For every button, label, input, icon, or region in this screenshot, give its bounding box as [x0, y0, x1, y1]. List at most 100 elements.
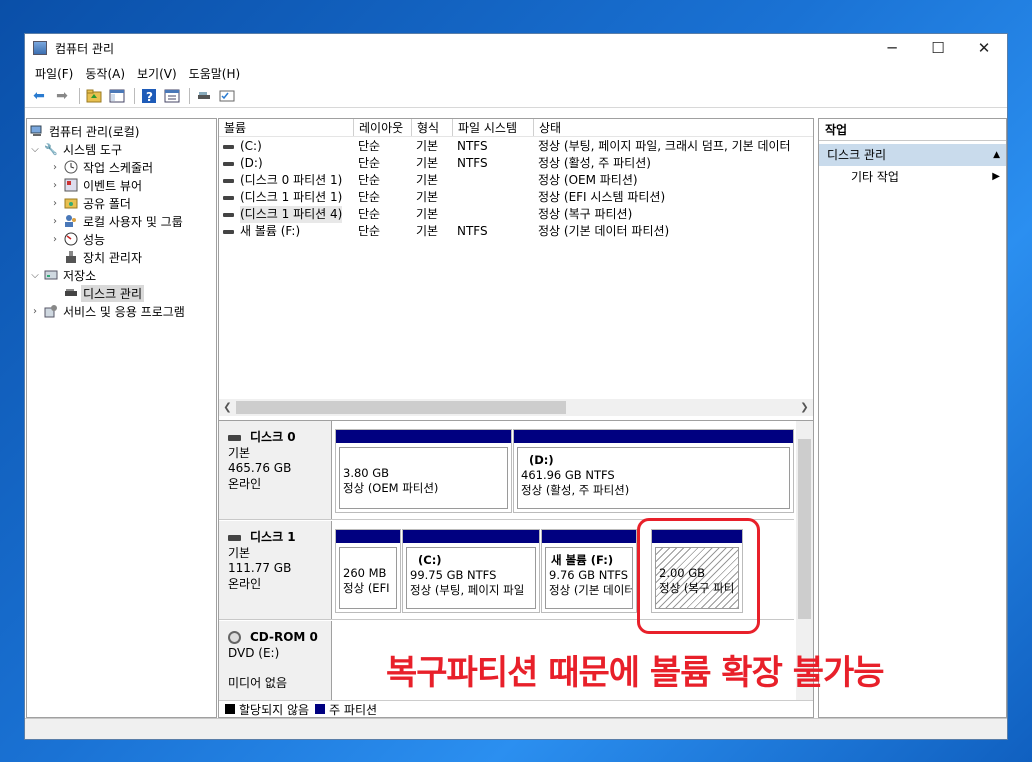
scroll-right-icon[interactable]: ❯ — [796, 399, 813, 416]
disk-name: 디스크 1 — [250, 530, 296, 544]
table-row[interactable]: (디스크 1 파티션 4) 단순 기본 정상 (복구 파티션) — [219, 206, 813, 223]
disk-0-label[interactable]: 디스크 0 기본 465.76 GB 온라인 — [219, 421, 332, 519]
volume-icon — [223, 229, 234, 234]
tree-label-root: 컴퓨터 관리(로컬) — [49, 124, 140, 139]
tree-item-event-viewer[interactable]: › 이벤트 뷰어 — [27, 176, 216, 194]
annotation-text: 복구파티션 때문에 볼륨 확장 불가능 — [386, 653, 885, 693]
partition-size: 99.75 GB NTFS — [410, 568, 497, 582]
table-row[interactable]: (D:) 단순 기본 NTFS 정상 (활성, 주 파티션) — [219, 155, 813, 172]
tree-item-storage[interactable]: ⌵ 저장소 — [27, 266, 216, 284]
storage-icon — [44, 268, 58, 282]
chevron-right-icon[interactable]: › — [49, 216, 61, 227]
chevron-down-icon[interactable]: ⌵ — [29, 144, 41, 155]
menu-file[interactable]: 파일(F) — [29, 65, 79, 82]
scroll-left-icon[interactable]: ❮ — [219, 399, 236, 416]
partition-c[interactable]: (C:) 99.75 GB NTFS 정상 (부팅, 페이지 파일 — [402, 529, 540, 613]
computer-management-window: 컴퓨터 관리 ─ ☐ ✕ 파일(F) 동작(A) 보기(V) 도움말(H) ⬅ … — [24, 33, 1008, 740]
table-row[interactable]: (디스크 1 파티션 1) 단순 기본 정상 (EFI 시스템 파티션) — [219, 189, 813, 206]
volume-layout: 단순 — [358, 207, 381, 221]
chevron-right-icon[interactable]: › — [49, 162, 61, 173]
column-header-layout[interactable]: 레이아웃 — [354, 119, 412, 136]
scrollbar-thumb[interactable] — [236, 401, 566, 414]
cdrom-label[interactable]: CD-ROM 0 DVD (E:) 미디어 없음 — [219, 621, 332, 700]
close-button[interactable]: ✕ — [961, 34, 1007, 62]
partition-oem[interactable]: 3.80 GB 정상 (OEM 파티션) — [335, 429, 512, 513]
volume-name: (디스크 1 파티션 4) — [240, 206, 343, 223]
help-icon[interactable]: ? — [139, 86, 159, 106]
minimize-button[interactable]: ─ — [869, 34, 915, 62]
toolbar: ⬅ ➡ ? — [25, 84, 1007, 108]
scrollbar-thumb[interactable] — [798, 439, 811, 619]
tree-item-disk-management[interactable]: 디스크 관리 — [27, 284, 216, 302]
up-folder-icon[interactable] — [84, 86, 104, 106]
volume-name: 새 볼륨 (F:) — [240, 224, 301, 238]
properties-icon[interactable] — [162, 86, 182, 106]
tree-item-device-manager[interactable]: 장치 관리자 — [27, 248, 216, 266]
volume-list-horizontal-scrollbar[interactable]: ❮ ❯ — [219, 399, 813, 416]
partition-d[interactable]: (D:) 461.96 GB NTFS 정상 (활성, 주 파티션) — [513, 429, 794, 513]
tree-item-local-users[interactable]: › 로컬 사용자 및 그룹 — [27, 212, 216, 230]
volume-type: 기본 — [416, 207, 439, 221]
actions-group-disk-management[interactable]: 디스크 관리 ▲ — [819, 144, 1006, 166]
device-manager-icon — [64, 250, 78, 264]
chevron-right-icon[interactable]: › — [29, 306, 41, 317]
table-row[interactable]: 새 볼륨 (F:) 단순 기본 NTFS 정상 (기본 데이터 파티션) — [219, 223, 813, 240]
volume-name: (디스크 1 파티션 1) — [240, 190, 343, 204]
disk-size: 465.76 GB — [228, 461, 292, 475]
tree-label-system-tools: 시스템 도구 — [63, 142, 123, 157]
actions-title: 작업 — [819, 119, 1006, 141]
column-header-type[interactable]: 형식 — [412, 119, 453, 136]
volume-list: (C:) 단순 기본 NTFS 정상 (부팅, 페이지 파일, 크래시 덤프, … — [219, 137, 813, 240]
disk-name: CD-ROM 0 — [250, 630, 318, 644]
more-actions-item[interactable]: 기타 작업 ▶ — [819, 166, 1006, 188]
volume-status: 정상 (부팅, 페이지 파일, 크래시 덤프, 기본 데이터 — [538, 139, 791, 153]
users-icon — [64, 214, 78, 228]
volume-type: 기본 — [416, 224, 439, 238]
legend-unallocated: 할당되지 않음 — [239, 702, 310, 717]
legend: 할당되지 않음 주 파티션 — [219, 700, 813, 717]
volume-status: 정상 (기본 데이터 파티션) — [538, 224, 670, 238]
maximize-button[interactable]: ☐ — [915, 34, 961, 62]
partition-status: 정상 (EFI — [343, 581, 390, 595]
partition-size: 461.96 GB NTFS — [521, 468, 615, 482]
chevron-right-icon[interactable]: › — [49, 234, 61, 245]
connect-disk-icon[interactable] — [194, 86, 214, 106]
partition-efi[interactable]: 260 MB 정상 (EFI — [335, 529, 401, 613]
volume-layout: 단순 — [358, 190, 381, 204]
show-hide-tree-icon[interactable] — [107, 86, 127, 106]
partition-status: 정상 (기본 데이터 — [549, 583, 633, 597]
actions-pane: 작업 디스크 관리 ▲ 기타 작업 ▶ — [818, 118, 1007, 718]
chevron-right-icon[interactable]: › — [49, 180, 61, 191]
chevron-right-icon[interactable]: › — [49, 198, 61, 209]
partition-status: 정상 (부팅, 페이지 파일 — [410, 583, 525, 597]
column-header-status[interactable]: 상태 — [534, 119, 813, 136]
tree-item-root[interactable]: 컴퓨터 관리(로컬) — [27, 122, 216, 140]
checklist-icon[interactable] — [217, 86, 237, 106]
recovery-partition-highlight — [637, 518, 760, 634]
tree-item-services-apps[interactable]: › 서비스 및 응용 프로그램 — [27, 302, 216, 320]
column-header-volume[interactable]: 볼륨 — [219, 119, 354, 136]
chevron-down-icon[interactable]: ⌵ — [29, 270, 41, 281]
svg-text:?: ? — [146, 90, 153, 104]
menu-help[interactable]: 도움말(H) — [183, 65, 247, 82]
disk-1-label[interactable]: 디스크 1 기본 111.77 GB 온라인 — [219, 521, 332, 619]
menu-view[interactable]: 보기(V) — [131, 65, 183, 82]
tree-label-event-viewer: 이벤트 뷰어 — [83, 178, 143, 193]
tree-item-task-scheduler[interactable]: › 작업 스케줄러 — [27, 158, 216, 176]
column-header-filesystem[interactable]: 파일 시스템 — [453, 119, 534, 136]
volume-filesystem — [453, 206, 534, 223]
forward-arrow-icon[interactable]: ➡ — [52, 86, 72, 106]
table-row[interactable]: (디스크 0 파티션 1) 단순 기본 정상 (OEM 파티션) — [219, 172, 813, 189]
table-row[interactable]: (C:) 단순 기본 NTFS 정상 (부팅, 페이지 파일, 크래시 덤프, … — [219, 138, 813, 155]
menu-action[interactable]: 동작(A) — [79, 65, 131, 82]
disk-type: 기본 — [228, 545, 251, 560]
volume-status: 정상 (EFI 시스템 파티션) — [538, 190, 666, 204]
tree-item-system-tools[interactable]: ⌵ 🔧 시스템 도구 — [27, 140, 216, 158]
tree-item-performance[interactable]: › 성능 — [27, 230, 216, 248]
disk-type: DVD (E:) — [228, 645, 280, 660]
disk-media-status: 미디어 없음 — [228, 676, 288, 690]
partition-f[interactable]: 새 볼륨 (F:) 9.76 GB NTFS 정상 (기본 데이터 — [541, 529, 637, 613]
tree-item-shared-folders[interactable]: › 공유 폴더 — [27, 194, 216, 212]
back-arrow-icon[interactable]: ⬅ — [29, 86, 49, 106]
collapse-up-icon[interactable]: ▲ — [993, 144, 1000, 166]
